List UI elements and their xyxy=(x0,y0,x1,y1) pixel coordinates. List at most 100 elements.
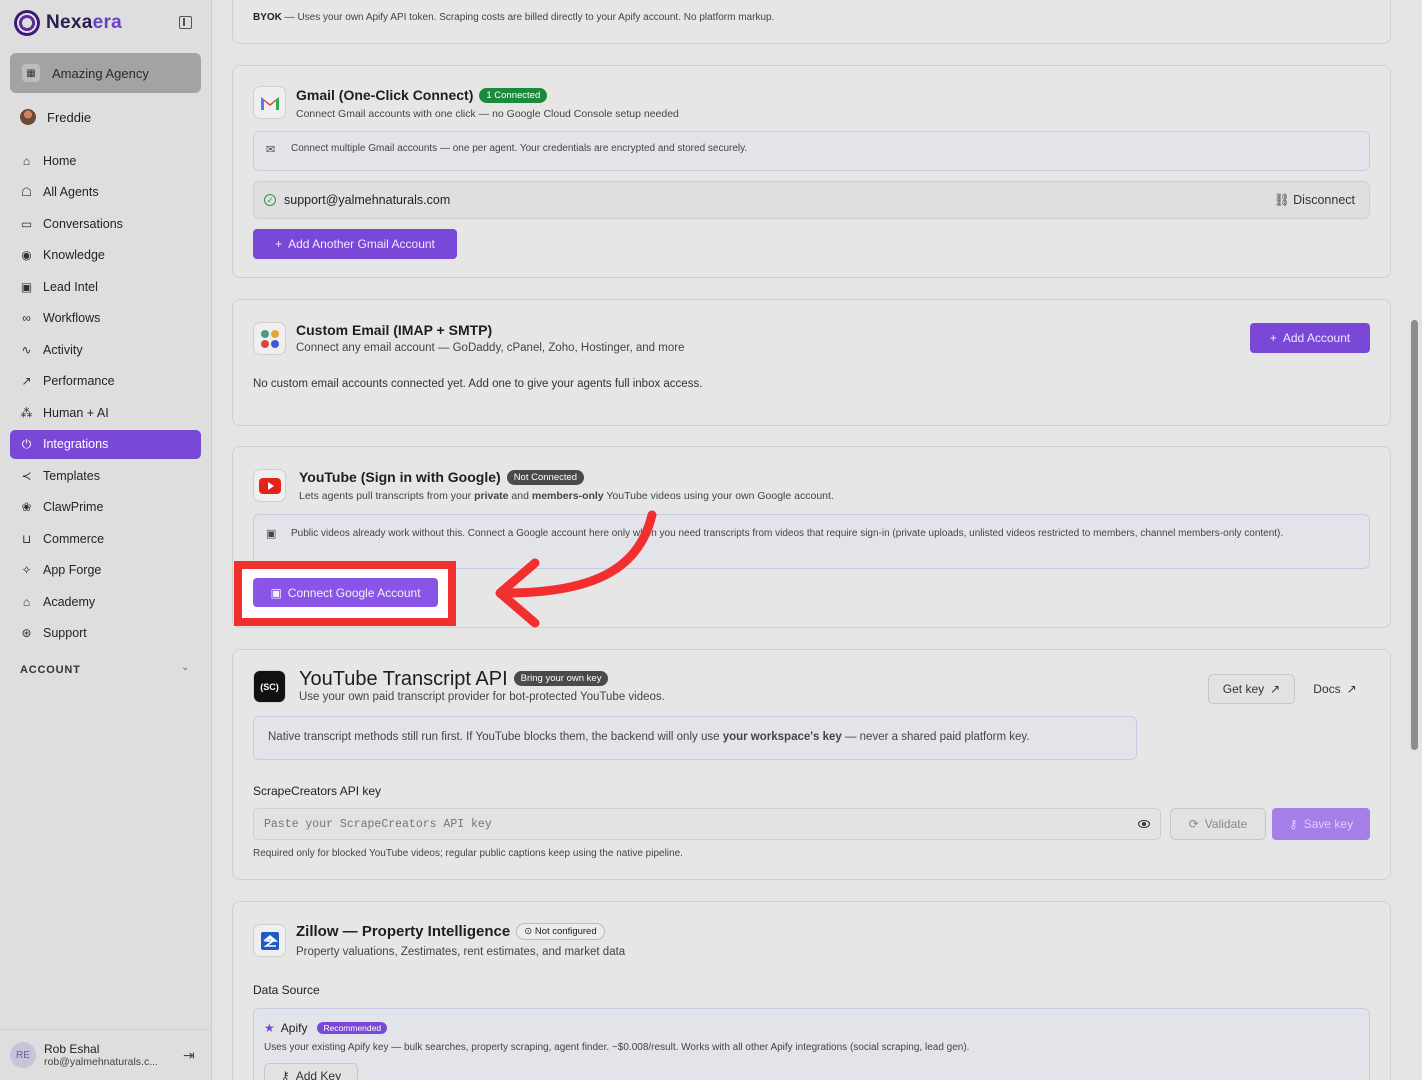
plus-icon: + xyxy=(1269,331,1277,345)
zillow-title: Zillow — Property Intelligence ⊙ Not conf… xyxy=(296,923,605,940)
apify-card: BYOK — Uses your own Apify API token. Sc… xyxy=(232,0,1391,44)
disconnect-button[interactable]: ⛓ Disconnect xyxy=(1274,193,1355,208)
share-icon: ≺ xyxy=(21,468,32,483)
graduation-icon: ⌂ xyxy=(22,594,31,609)
scrapecreators-logo-icon: (SC) xyxy=(253,670,286,703)
sidebar-item-integrations[interactable]: ⏻ Integrations xyxy=(10,429,201,459)
apify-name: Apify xyxy=(280,1021,308,1035)
custom-email-subtitle: Connect any email account — GoDaddy, cPa… xyxy=(296,342,685,354)
key-icon: ⚷ xyxy=(280,1069,290,1080)
gmail-icon xyxy=(253,86,286,119)
sidebar-item-app-forge[interactable]: ✧ App Forge xyxy=(10,556,201,586)
brand-logo[interactable]: Nexaera xyxy=(14,10,122,36)
docs-button[interactable]: Docs ↗ xyxy=(1300,674,1370,704)
circle-icon: ⊙ xyxy=(524,926,533,937)
contact-icon: ▣ xyxy=(20,279,33,294)
sidebar-item-workflows[interactable]: ∞ Workflows xyxy=(10,304,201,334)
sidebar-item-knowledge[interactable]: ◉ Knowledge xyxy=(10,241,201,271)
workflow-icon: ∞ xyxy=(22,311,31,326)
sidebar-item-commerce[interactable]: ⊔ Commerce xyxy=(10,524,201,554)
chevron-down-icon[interactable]: ⌄ xyxy=(181,662,189,673)
get-key-button[interactable]: Get key ↗ xyxy=(1208,674,1295,704)
sidebar-item-label: Support xyxy=(43,626,87,641)
add-gmail-account-button[interactable]: + Add Another Gmail Account xyxy=(253,229,457,259)
sidebar-nav: ⌂ Home ☖ All Agents ▭ Conversations ◉ Knowledge… xyxy=(10,146,201,650)
network-icon: ⁂ xyxy=(20,405,33,420)
add-account-button[interactable]: + Add Account xyxy=(1250,323,1370,353)
sidebar-item-human-ai[interactable]: ⁂ Human + AI xyxy=(10,398,201,428)
activity-icon: ∿ xyxy=(21,342,32,357)
eye-icon[interactable] xyxy=(1138,820,1150,828)
custom-email-empty-state: No custom email accounts connected yet. … xyxy=(253,378,703,390)
sidebar-item-conversations[interactable]: ▭ Conversations xyxy=(10,209,201,239)
trend-icon: ↗ xyxy=(21,374,32,389)
sidebar-item-templates[interactable]: ≺ Templates xyxy=(10,461,201,491)
plus-icon: + xyxy=(275,237,283,251)
sidebar-item-lead-intel[interactable]: ▣ Lead Intel xyxy=(10,272,201,302)
sidebar-item-label: Workflows xyxy=(43,311,101,326)
sidebar-item-label: Home xyxy=(43,153,77,168)
sidebar-item-label: Templates xyxy=(43,468,100,483)
footer-user-name: Rob Eshal xyxy=(44,1042,100,1056)
sidebar-item-label: Knowledge xyxy=(43,248,105,263)
sidebar-collapse-icon[interactable] xyxy=(179,16,192,29)
gmail-subtitle: Connect Gmail accounts with one click — … xyxy=(296,108,679,120)
custom-email-card: Custom Email (IMAP + SMTP) Connect any e… xyxy=(232,299,1391,426)
recommended-badge: Recommended xyxy=(317,1022,388,1034)
sidebar-item-clawprime[interactable]: ❀ ClawPrime xyxy=(10,493,201,523)
transcript-api-subtitle: Use your own paid transcript provider fo… xyxy=(299,691,665,703)
connected-badge: 1 Connected xyxy=(479,88,548,103)
integrations-main: BYOK — Uses your own Apify API token. Sc… xyxy=(212,0,1410,1080)
account-section-label[interactable]: ACCOUNT xyxy=(20,664,81,676)
validate-button[interactable]: ⟳ Validate xyxy=(1170,808,1266,840)
refresh-icon: ⟳ xyxy=(1188,817,1199,831)
gmail-info-box: ✉ Connect multiple Gmail accounts — one … xyxy=(253,131,1370,171)
sparkle-icon: ✧ xyxy=(21,563,32,578)
user-name: Freddie xyxy=(47,109,92,125)
sidebar-item-label: App Forge xyxy=(43,563,102,578)
zillow-icon xyxy=(253,924,286,957)
byok-badge: Bring your own key xyxy=(513,671,609,686)
sidebar-item-activity[interactable]: ∿ Activity xyxy=(10,335,201,365)
plug-icon: ⏻ xyxy=(21,436,32,451)
sidebar-item-performance[interactable]: ↗ Performance xyxy=(10,367,201,397)
save-key-button[interactable]: ⚷ Save key xyxy=(1272,808,1370,840)
sidebar-item-label: Human + AI xyxy=(43,405,109,420)
connect-google-account-button[interactable]: ▣ Connect Google Account xyxy=(253,578,438,607)
chat-icon: ▭ xyxy=(20,216,33,231)
building-icon: ▦ xyxy=(22,64,40,82)
user-profile[interactable]: Freddie xyxy=(20,109,91,125)
sidebar-item-support[interactable]: ⊛ Support xyxy=(10,619,201,649)
gmail-account-row: ✓ support@yalmehnaturals.com ⛓ Disconnec… xyxy=(253,181,1370,219)
zillow-card: Zillow — Property Intelligence ⊙ Not conf… xyxy=(232,901,1391,1080)
gmail-title: Gmail (One-Click Connect) 1 Connected xyxy=(296,87,548,103)
brain-icon: ◉ xyxy=(21,248,32,263)
not-connected-badge: Not Connected xyxy=(506,470,585,485)
sidebar-item-label: All Agents xyxy=(43,185,99,200)
apify-source-option[interactable]: ★ Apify Recommended Uses your existing Api… xyxy=(253,1008,1370,1080)
sidebar-item-all-agents[interactable]: ☖ All Agents xyxy=(10,178,201,208)
logout-icon[interactable]: ⇥ xyxy=(183,1047,195,1064)
external-link-icon: ↗ xyxy=(1346,682,1357,696)
sidebar-item-home[interactable]: ⌂ Home xyxy=(10,146,201,176)
sidebar-item-label: Conversations xyxy=(43,216,123,231)
sidebar-item-label: ClawPrime xyxy=(43,500,104,515)
main-scrollbar[interactable] xyxy=(1411,320,1418,750)
transcript-api-title: YouTube Transcript API Bring your own key xyxy=(299,668,609,691)
mail-icon: ✉ xyxy=(266,144,276,156)
unlink-icon: ⛓ xyxy=(1273,193,1290,207)
scrapecreators-api-key-input[interactable] xyxy=(253,808,1161,840)
sidebar-item-label: Integrations xyxy=(43,437,109,452)
organization-switcher[interactable]: ▦ Amazing Agency xyxy=(10,53,201,93)
cart-icon: ⊔ xyxy=(21,531,32,546)
api-key-label: ScrapeCreators API key xyxy=(253,784,382,798)
sidebar: Nexaera ▦ Amazing Agency Freddie ⌂ Home ☖ A… xyxy=(0,0,212,1080)
avatar xyxy=(20,109,36,125)
add-key-button[interactable]: ⚷ Add Key xyxy=(264,1063,358,1080)
annotation-arrow-icon xyxy=(495,510,657,628)
lifebuoy-icon: ⊛ xyxy=(21,626,32,641)
account-footer[interactable]: RE Rob Eshal rob@yalmehnaturals.c... ⇥ xyxy=(0,1029,211,1080)
home-icon: ⌂ xyxy=(22,153,31,168)
star-icon: ★ xyxy=(264,1021,275,1035)
sidebar-item-academy[interactable]: ⌂ Academy xyxy=(10,587,201,617)
